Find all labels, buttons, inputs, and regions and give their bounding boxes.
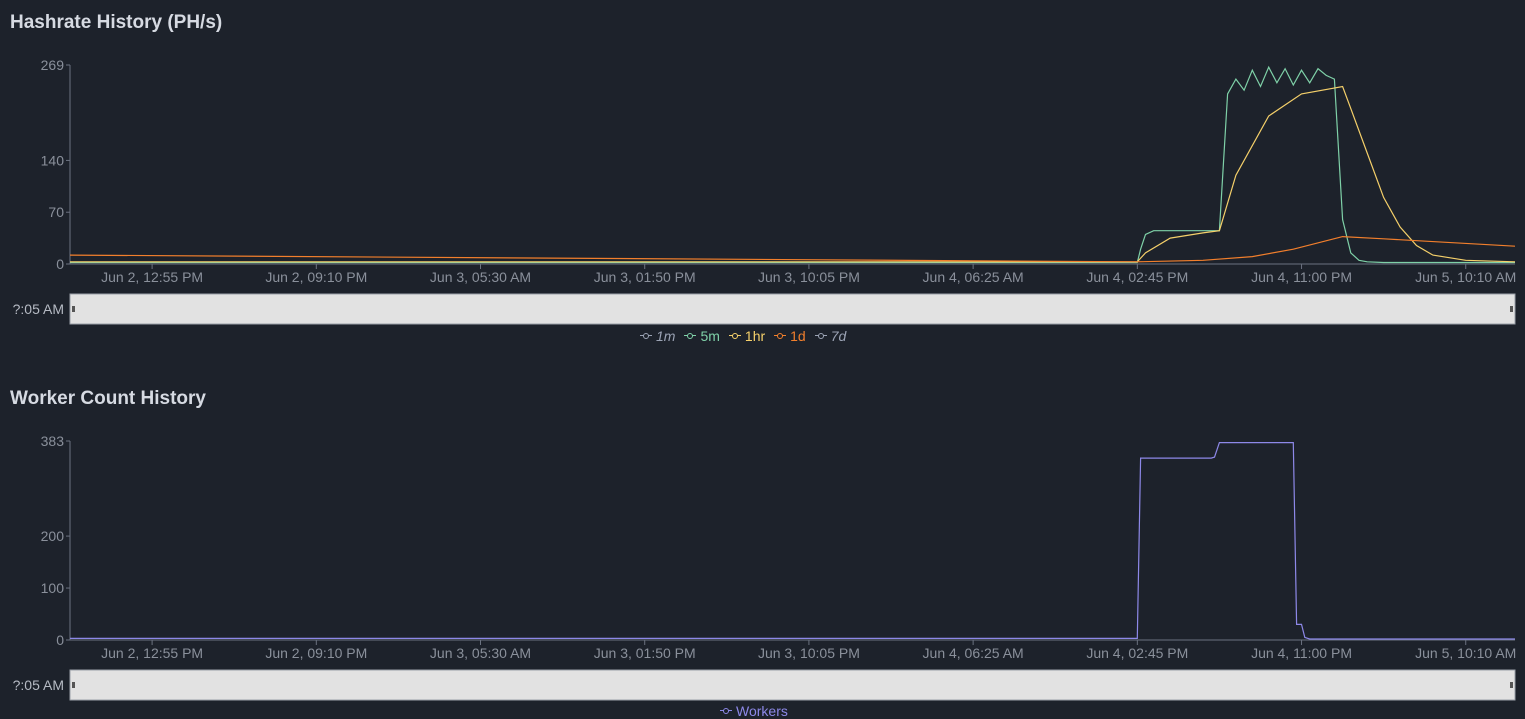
- hashrate-legend-label: 1d: [790, 328, 806, 344]
- hashrate-x-tick-label: Jun 4, 06:25 AM: [923, 269, 1024, 285]
- hashrate-x-tick-label: Jun 4, 11:00 PM: [1251, 269, 1352, 285]
- hashrate-x-tick-label: Jun 4, 02:45 PM: [1086, 269, 1188, 285]
- hashrate-legend-item-1hr[interactable]: 1hr: [728, 328, 766, 344]
- workers-x-tick-label: Jun 2, 09:10 PM: [265, 645, 367, 661]
- hashrate-navigator-right-handle[interactable]: [1510, 306, 1513, 312]
- hashrate-legend-item-5m[interactable]: 5m: [684, 328, 720, 344]
- hashrate-y-tick-label: 0: [56, 256, 64, 272]
- workers-navigator-track[interactable]: [69, 669, 1516, 701]
- workers-y-tick-label: 0: [56, 632, 64, 648]
- workers-x-tick-label: Jun 2, 12:55 PM: [101, 645, 203, 661]
- workers-x-tick-label: Jun 3, 10:05 PM: [758, 645, 860, 661]
- workers-legend-item-Workers[interactable]: Workers: [720, 703, 788, 719]
- hashrate-legend-item-7d[interactable]: 7d: [814, 328, 847, 344]
- hashrate-x-tick-label: Jun 3, 01:50 PM: [594, 269, 696, 285]
- workers-x-tick-label: Jun 4, 02:45 PM: [1086, 645, 1188, 661]
- hashrate-navigator-label: ?:05 AM: [13, 301, 64, 317]
- hashrate-x-tick-label: Jun 3, 05:30 AM: [430, 269, 531, 285]
- hashrate-x-tick-label: Jun 5, 10:10 AM: [1415, 269, 1516, 285]
- hashrate-legend: 1m 5m 1hr 1d 7d: [640, 328, 846, 344]
- hashrate-legend-label: 1m: [656, 328, 676, 344]
- worker-count-chart[interactable]: 0 100 200 383 Jun 2, 12:55 PM Jun 2, 09:10 PM…: [0, 376, 1525, 713]
- workers-series-Workers-line: [70, 442, 1515, 640]
- workers-x-tick-label: Jun 3, 01:50 PM: [594, 645, 696, 661]
- workers-y-tick-label: 100: [41, 580, 65, 596]
- workers-x-tick-label: Jun 3, 05:30 AM: [430, 645, 531, 661]
- hashrate-legend-label: 1hr: [744, 328, 766, 344]
- legend-line-marker-icon: [640, 332, 652, 340]
- workers-y-tick-label: 383: [41, 433, 65, 449]
- workers-x-tick-label: Jun 5, 10:10 AM: [1415, 645, 1516, 661]
- hashrate-x-tick-label: Jun 2, 12:55 PM: [101, 269, 203, 285]
- workers-y-tick-label: 200: [41, 528, 65, 544]
- legend-line-marker-icon: [720, 707, 732, 715]
- hashrate-y-tick-label: 269: [41, 57, 65, 73]
- hashrate-navigator-left-handle[interactable]: [72, 306, 75, 312]
- hashrate-navigator-track[interactable]: [69, 293, 1516, 325]
- worker-count-legend: Workers: [720, 703, 788, 719]
- workers-navigator-right-handle[interactable]: [1510, 682, 1513, 688]
- legend-line-marker-icon: [684, 332, 697, 340]
- hashrate-x-tick-label: Jun 3, 10:05 PM: [758, 269, 860, 285]
- hashrate-series-1hr-line: [70, 85, 1516, 263]
- hashrate-legend-item-1m[interactable]: 1m: [640, 328, 675, 344]
- hashrate-chart[interactable]: 0 70 140 269 Jun 2, 12:55 PM Jun 2, 09:10 PM J…: [0, 0, 1525, 360]
- hashrate-y-tick-label: 70: [48, 204, 64, 220]
- legend-line-marker-icon: [774, 332, 787, 340]
- legend-line-marker-icon: [814, 332, 827, 340]
- workers-navigator-label: ?:05 AM: [13, 677, 64, 693]
- hashrate-legend-item-1d[interactable]: 1d: [774, 328, 806, 344]
- hashrate-y-tick-label: 140: [41, 152, 65, 168]
- workers-x-tick-label: Jun 4, 06:25 AM: [923, 645, 1024, 661]
- hashrate-x-tick-label: Jun 2, 09:10 PM: [265, 269, 367, 285]
- workers-navigator-left-handle[interactable]: [72, 682, 75, 688]
- workers-x-tick-label: Jun 4, 11:00 PM: [1251, 645, 1352, 661]
- hashrate-legend-label: 5m: [700, 328, 720, 344]
- workers-legend-label: Workers: [736, 703, 788, 719]
- hashrate-series-1d-line: [69, 235, 1516, 263]
- legend-line-marker-icon: [728, 332, 741, 340]
- hashrate-legend-label: 7d: [830, 328, 847, 344]
